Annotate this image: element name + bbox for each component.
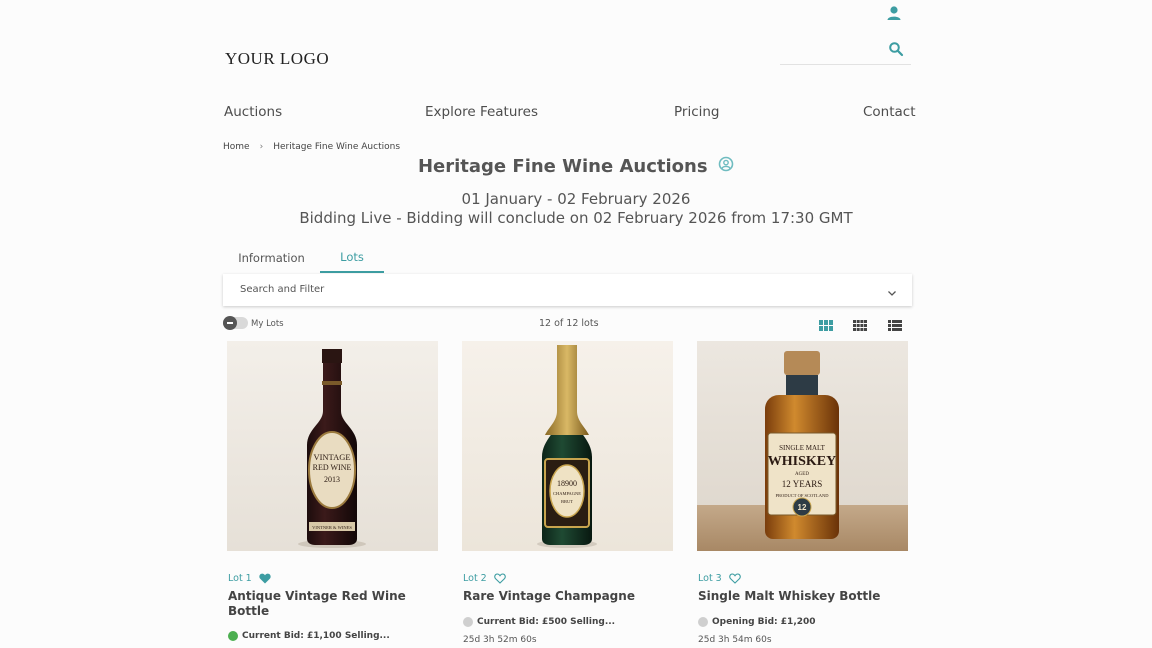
lot-card[interactable]: VINTAGE RED WINE 2013 VINTNER & WINES Lo… (227, 341, 438, 641)
lot-bid-text: Opening Bid: £1,200 (712, 617, 816, 627)
lot-image-champagne-bottle[interactable]: 18900 CHAMPAGNE BRUT (462, 341, 673, 551)
search-filter-panel[interactable]: Search and Filter (223, 274, 912, 306)
live-status-dot (228, 631, 238, 641)
large-grid-view-icon[interactable] (819, 318, 833, 331)
bidding-status: Bidding Live - Bidding will conclude on … (299, 209, 853, 227)
breadcrumb: Home › Heritage Fine Wine Auctions (223, 142, 400, 152)
lot-number: Lot 1 (228, 573, 252, 584)
bottle-label-line: 2013 (324, 475, 340, 484)
tab-lots[interactable]: Lots (320, 242, 384, 273)
search-input[interactable] (780, 40, 880, 62)
auction-tabs: Information Lots (223, 242, 384, 273)
nav-contact[interactable]: Contact (863, 104, 916, 120)
page-title: Heritage Fine Wine Auctions (417, 156, 708, 177)
lot-countdown: 25d 3h 52m 60s (463, 635, 537, 645)
bottle-label-line: CHAMPAGNE (553, 491, 581, 496)
lot-image-red-wine-bottle[interactable]: VINTAGE RED WINE 2013 VINTNER & WINES (227, 341, 438, 551)
bottle-label-line: AGED (795, 472, 809, 477)
auction-dates: 01 January - 02 February 2026 Bidding Li… (0, 190, 1152, 228)
search-icon[interactable] (888, 41, 904, 57)
toggle-knob (223, 316, 237, 330)
chevron-down-icon[interactable] (887, 285, 897, 296)
lot-bid-status: Current Bid: £1,100 Selling... (228, 631, 390, 641)
breadcrumb-home[interactable]: Home (223, 142, 250, 152)
lot-label-row: Lot 1 (228, 573, 271, 584)
lot-title[interactable]: Rare Vintage Champagne (463, 589, 663, 604)
lot-title[interactable]: Antique Vintage Red Wine Bottle (228, 589, 428, 618)
lot-title[interactable]: Single Malt Whiskey Bottle (698, 589, 898, 604)
breadcrumb-separator: › (259, 142, 264, 152)
my-lots-toggle[interactable] (223, 316, 248, 330)
watch-auction-icon[interactable] (718, 156, 734, 172)
lot-number: Lot 2 (463, 573, 487, 584)
lot-count: 12 of 12 lots (539, 318, 599, 329)
lot-label-row: Lot 3 (698, 573, 741, 584)
small-grid-view-icon[interactable] (853, 318, 867, 331)
heart-outline-icon[interactable] (728, 573, 741, 584)
site-logo[interactable]: YOUR LOGO (225, 49, 329, 69)
heart-outline-icon[interactable] (493, 573, 506, 584)
nav-explore-features[interactable]: Explore Features (425, 104, 538, 120)
date-range: 01 January - 02 February 2026 (461, 190, 691, 208)
lot-label-row: Lot 2 (463, 573, 506, 584)
my-lots-label: My Lots (251, 319, 284, 329)
status-dot (463, 617, 473, 627)
nav-pricing[interactable]: Pricing (674, 104, 720, 120)
main-navigation: Auctions Explore Features Pricing Contac… (0, 104, 1152, 124)
bottle-label-line: 12 YEARS (782, 479, 822, 489)
bottle-label-line: RED WINE (313, 463, 352, 472)
nav-auctions[interactable]: Auctions (224, 104, 282, 120)
bottle-label-line: BRUT (561, 499, 573, 504)
lot-bid-status: Opening Bid: £1,200 (698, 617, 816, 627)
breadcrumb-current: Heritage Fine Wine Auctions (273, 142, 401, 152)
lot-image-whiskey-bottle[interactable]: SINGLE MALT WHISKEY AGED 12 YEARS PRODUC… (697, 341, 908, 551)
bottle-age-badge: 12 (798, 503, 807, 512)
bottle-label-line: 18900 (557, 479, 577, 488)
lot-card[interactable]: SINGLE MALT WHISKEY AGED 12 YEARS PRODUC… (697, 341, 908, 645)
bottle-label-line: WHISKEY (768, 454, 836, 469)
status-dot (698, 617, 708, 627)
list-view-icon[interactable] (888, 318, 902, 331)
lot-card[interactable]: 18900 CHAMPAGNE BRUT Lot 2 Rare Vintage … (462, 341, 673, 645)
user-account-icon[interactable] (884, 4, 904, 22)
lot-number: Lot 3 (698, 573, 722, 584)
bottle-label-line: SINGLE MALT (779, 444, 826, 452)
search-box[interactable] (780, 36, 911, 65)
bottle-label-footer: VINTNER & WINES (312, 525, 352, 530)
bottle-label-line: PRODUCT OF SCOTLAND (776, 493, 830, 498)
search-filter-label: Search and Filter (240, 284, 325, 295)
auction-title-row: Heritage Fine Wine Auctions (0, 156, 1152, 177)
lot-countdown: 25d 3h 54m 60s (698, 635, 772, 645)
heart-filled-icon[interactable] (259, 573, 271, 584)
bottle-label-line: VINTAGE (313, 452, 350, 462)
lots-toolbar: My Lots 12 of 12 lots (223, 316, 912, 332)
lot-bid-status: Current Bid: £500 Selling... (463, 617, 615, 627)
lot-bid-text: Current Bid: £500 Selling... (477, 617, 616, 627)
lot-bid-text: Current Bid: £1,100 Selling... (242, 631, 390, 641)
tab-information[interactable]: Information (223, 242, 320, 273)
